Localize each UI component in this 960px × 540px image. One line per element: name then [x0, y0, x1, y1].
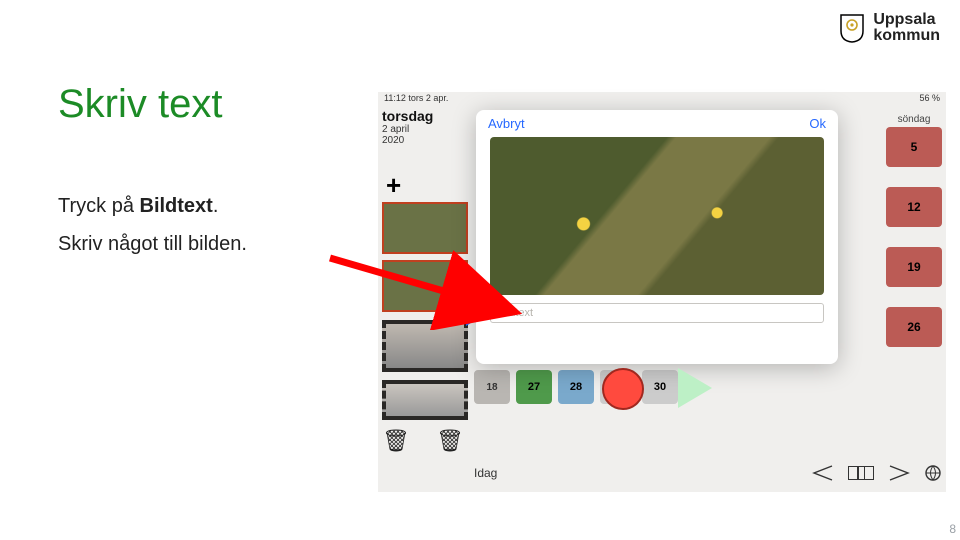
caption-input[interactable]: Bildtext [490, 303, 824, 323]
page-number: 8 [949, 522, 956, 536]
crest-icon [839, 13, 865, 43]
status-bar: 11:12 tors 2 apr. 56 % [378, 92, 946, 106]
brand-logo: Uppsala kommun [839, 12, 940, 44]
today-button[interactable]: Idag [474, 466, 497, 480]
thumbnail[interactable] [382, 320, 468, 372]
cal-day[interactable]: 27 [516, 370, 552, 404]
week-day-cell[interactable]: 19 [886, 247, 942, 287]
ok-button[interactable]: Ok [809, 116, 826, 131]
caption-modal: Avbryt Ok Bildtext [476, 110, 838, 364]
tablet-screenshot: 11:12 tors 2 apr. 56 % torsdag 2 april 2… [378, 92, 946, 492]
brand-line-2: kommun [873, 28, 940, 44]
date-weekday: torsdag [382, 108, 468, 124]
nav-controls [812, 464, 942, 482]
record-button[interactable] [602, 368, 644, 410]
trash-undo-icon[interactable]: 🗑 [436, 428, 464, 454]
trash-row: 🗑 🗑 [382, 428, 464, 454]
view-toggle-icon[interactable] [848, 466, 874, 480]
instruction-line-1: Tryck på Bildtext. [58, 190, 247, 222]
cancel-button[interactable]: Avbryt [488, 116, 525, 131]
thumbnail[interactable] [382, 380, 468, 420]
cal-day[interactable]: 18 [474, 370, 510, 404]
week-day-cell[interactable]: 12 [886, 187, 942, 227]
status-battery: 56 % [919, 93, 940, 105]
brand-text: Uppsala kommun [873, 12, 940, 44]
bold-term: Bildtext [140, 195, 213, 217]
modal-photo [490, 137, 824, 295]
modal-buttons [602, 368, 712, 410]
week-header: söndag [886, 112, 942, 127]
thumbnail[interactable] [382, 260, 468, 312]
thumbnail[interactable] [382, 202, 468, 254]
trash-icon[interactable]: 🗑 [382, 428, 410, 454]
chevron-right-icon[interactable] [888, 465, 910, 481]
date-daymonth: 2 april [382, 124, 468, 135]
modal-header: Avbryt Ok [476, 110, 838, 137]
date-block: torsdag 2 april 2020 [382, 108, 468, 146]
play-tiny-icon[interactable] [466, 314, 476, 326]
slide-title: Skriv text [58, 82, 222, 127]
week-column: söndag 5 12 19 26 [886, 112, 942, 367]
chevron-left-icon[interactable] [812, 465, 834, 481]
week-day-cell[interactable]: 26 [886, 307, 942, 347]
status-time: 11:12 tors 2 apr. [384, 93, 448, 105]
date-year: 2020 [382, 135, 468, 146]
play-button[interactable] [678, 368, 712, 408]
caption-placeholder: Bildtext [497, 307, 533, 319]
add-button[interactable]: + [386, 170, 401, 201]
brand-line-1: Uppsala [873, 12, 940, 28]
globe-icon[interactable] [924, 464, 942, 482]
instruction-text: Tryck på Bildtext. Skriv något till bild… [58, 190, 247, 266]
cal-day[interactable]: 28 [558, 370, 594, 404]
bottom-toolbar: Idag [474, 460, 942, 486]
instruction-line-2: Skriv något till bilden. [58, 228, 247, 260]
week-day-cell[interactable]: 5 [886, 127, 942, 167]
